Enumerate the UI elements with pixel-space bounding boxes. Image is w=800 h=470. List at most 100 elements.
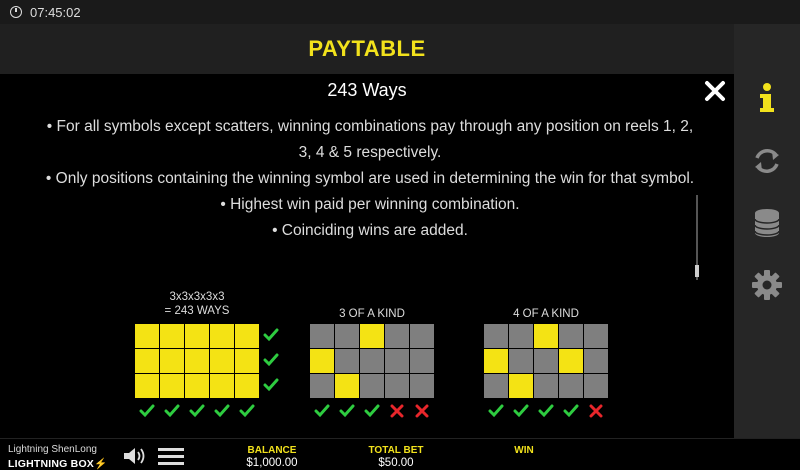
lightning-bolt-icon: ⚡ <box>94 458 108 470</box>
total-bet-display: TOTAL BET $50.00 <box>360 445 432 469</box>
symbol-cell <box>335 349 359 373</box>
reel-mark <box>135 402 159 420</box>
check-icon <box>364 404 380 418</box>
rule-item: • Only positions containing the winning … <box>45 170 695 187</box>
symbol-cell-highlighted <box>484 349 508 373</box>
scrollbar-thumb[interactable] <box>695 265 699 277</box>
symbol-cell <box>534 349 558 373</box>
reel-mark <box>310 402 334 420</box>
symbol-cell <box>310 324 334 348</box>
rule-item: • Coinciding wins are added. <box>272 222 468 239</box>
symbol-cell-highlighted <box>235 374 259 398</box>
reel-mark <box>335 402 359 420</box>
symbol-cell <box>385 374 409 398</box>
reel-mark <box>235 402 259 420</box>
bottom-bar: Lightning ShenLong LIGHTNING BOX⚡ BALANC… <box>0 438 800 470</box>
symbol-cell <box>484 324 508 348</box>
game-name: Lightning ShenLong <box>8 444 97 455</box>
gear-icon <box>752 270 782 300</box>
hamburger-menu-icon <box>158 448 184 465</box>
symbol-cell <box>385 324 409 348</box>
example-label: 4 OF A KIND <box>513 308 579 320</box>
info-icon <box>760 83 774 112</box>
symbol-cell <box>584 374 608 398</box>
sound-button[interactable] <box>123 447 147 470</box>
clock-time: 07:45:02 <box>30 4 81 20</box>
row-mark <box>263 353 283 371</box>
rule-item: • For all symbols except scatters, winni… <box>46 118 694 161</box>
check-icon <box>488 404 504 418</box>
symbol-cell <box>584 324 608 348</box>
reel-mark <box>559 402 583 420</box>
reel-mark <box>385 402 409 420</box>
symbol-cell <box>509 324 533 348</box>
check-icon <box>263 328 279 342</box>
balance-display: BALANCE $1,000.00 <box>236 445 308 469</box>
symbol-cell <box>509 349 533 373</box>
check-icon <box>164 404 180 418</box>
bet-button[interactable] <box>750 206 784 240</box>
row-mark <box>263 328 283 346</box>
symbol-cell-highlighted <box>534 324 558 348</box>
symbol-cell-highlighted <box>135 324 159 348</box>
cross-icon <box>390 404 404 418</box>
cross-icon <box>589 404 603 418</box>
settings-button[interactable] <box>750 268 784 302</box>
symbol-cell-highlighted <box>360 324 384 348</box>
reel-mark <box>185 402 209 420</box>
balance-value: $1,000.00 <box>246 457 298 469</box>
win-display: WIN <box>514 445 534 456</box>
symbol-cell <box>410 374 434 398</box>
symbol-cell <box>534 374 558 398</box>
example-grid-3-of-a-kind <box>310 324 434 398</box>
check-icon <box>339 404 355 418</box>
rules-list: • For all symbols except scatters, winni… <box>40 114 700 244</box>
clock-icon <box>10 6 22 18</box>
info-button[interactable] <box>750 82 784 116</box>
symbol-cell-highlighted <box>135 374 159 398</box>
check-icon <box>538 404 554 418</box>
reel-mark <box>410 402 434 420</box>
reel-mark <box>360 402 384 420</box>
reel-mark <box>509 402 533 420</box>
check-icon <box>513 404 529 418</box>
row-mark <box>263 378 283 396</box>
paytable-content: 243 Ways • For all symbols except scatte… <box>0 74 734 438</box>
symbol-cell-highlighted <box>185 374 209 398</box>
check-icon <box>263 378 279 392</box>
cross-icon <box>415 404 429 418</box>
check-icon <box>239 404 255 418</box>
symbol-cell-highlighted <box>210 374 234 398</box>
symbol-cell <box>559 374 583 398</box>
check-icon <box>214 404 230 418</box>
reel-marks <box>484 402 609 420</box>
symbol-cell <box>484 374 508 398</box>
symbol-cell-highlighted <box>310 349 334 373</box>
autoplay-button[interactable] <box>750 144 784 178</box>
symbol-cell-highlighted <box>509 374 533 398</box>
symbol-cell-highlighted <box>185 324 209 348</box>
symbol-cell-highlighted <box>160 374 184 398</box>
symbol-cell <box>335 324 359 348</box>
reel-marks <box>310 402 435 420</box>
reel-mark <box>160 402 184 420</box>
symbol-cell-highlighted <box>160 349 184 373</box>
example-label: 3x3x3x3x3 = 243 WAYS <box>164 291 230 317</box>
symbol-cell <box>360 349 384 373</box>
reel-mark <box>534 402 558 420</box>
page-title: PAYTABLE <box>308 36 426 61</box>
section-heading: 243 Ways <box>327 80 407 100</box>
rule-item: • Highest win paid per winning combinati… <box>220 196 520 213</box>
symbol-cell-highlighted <box>185 349 209 373</box>
reel-mark <box>484 402 508 420</box>
reel-mark <box>584 402 608 420</box>
menu-button[interactable] <box>158 447 184 470</box>
symbol-cell <box>559 324 583 348</box>
symbol-cell-highlighted <box>210 349 234 373</box>
symbol-cell <box>385 349 409 373</box>
symbol-cell <box>310 374 334 398</box>
check-icon <box>263 353 279 367</box>
example-grid-4-of-a-kind <box>484 324 608 398</box>
coins-icon <box>754 209 780 237</box>
autoplay-icon <box>755 149 779 173</box>
